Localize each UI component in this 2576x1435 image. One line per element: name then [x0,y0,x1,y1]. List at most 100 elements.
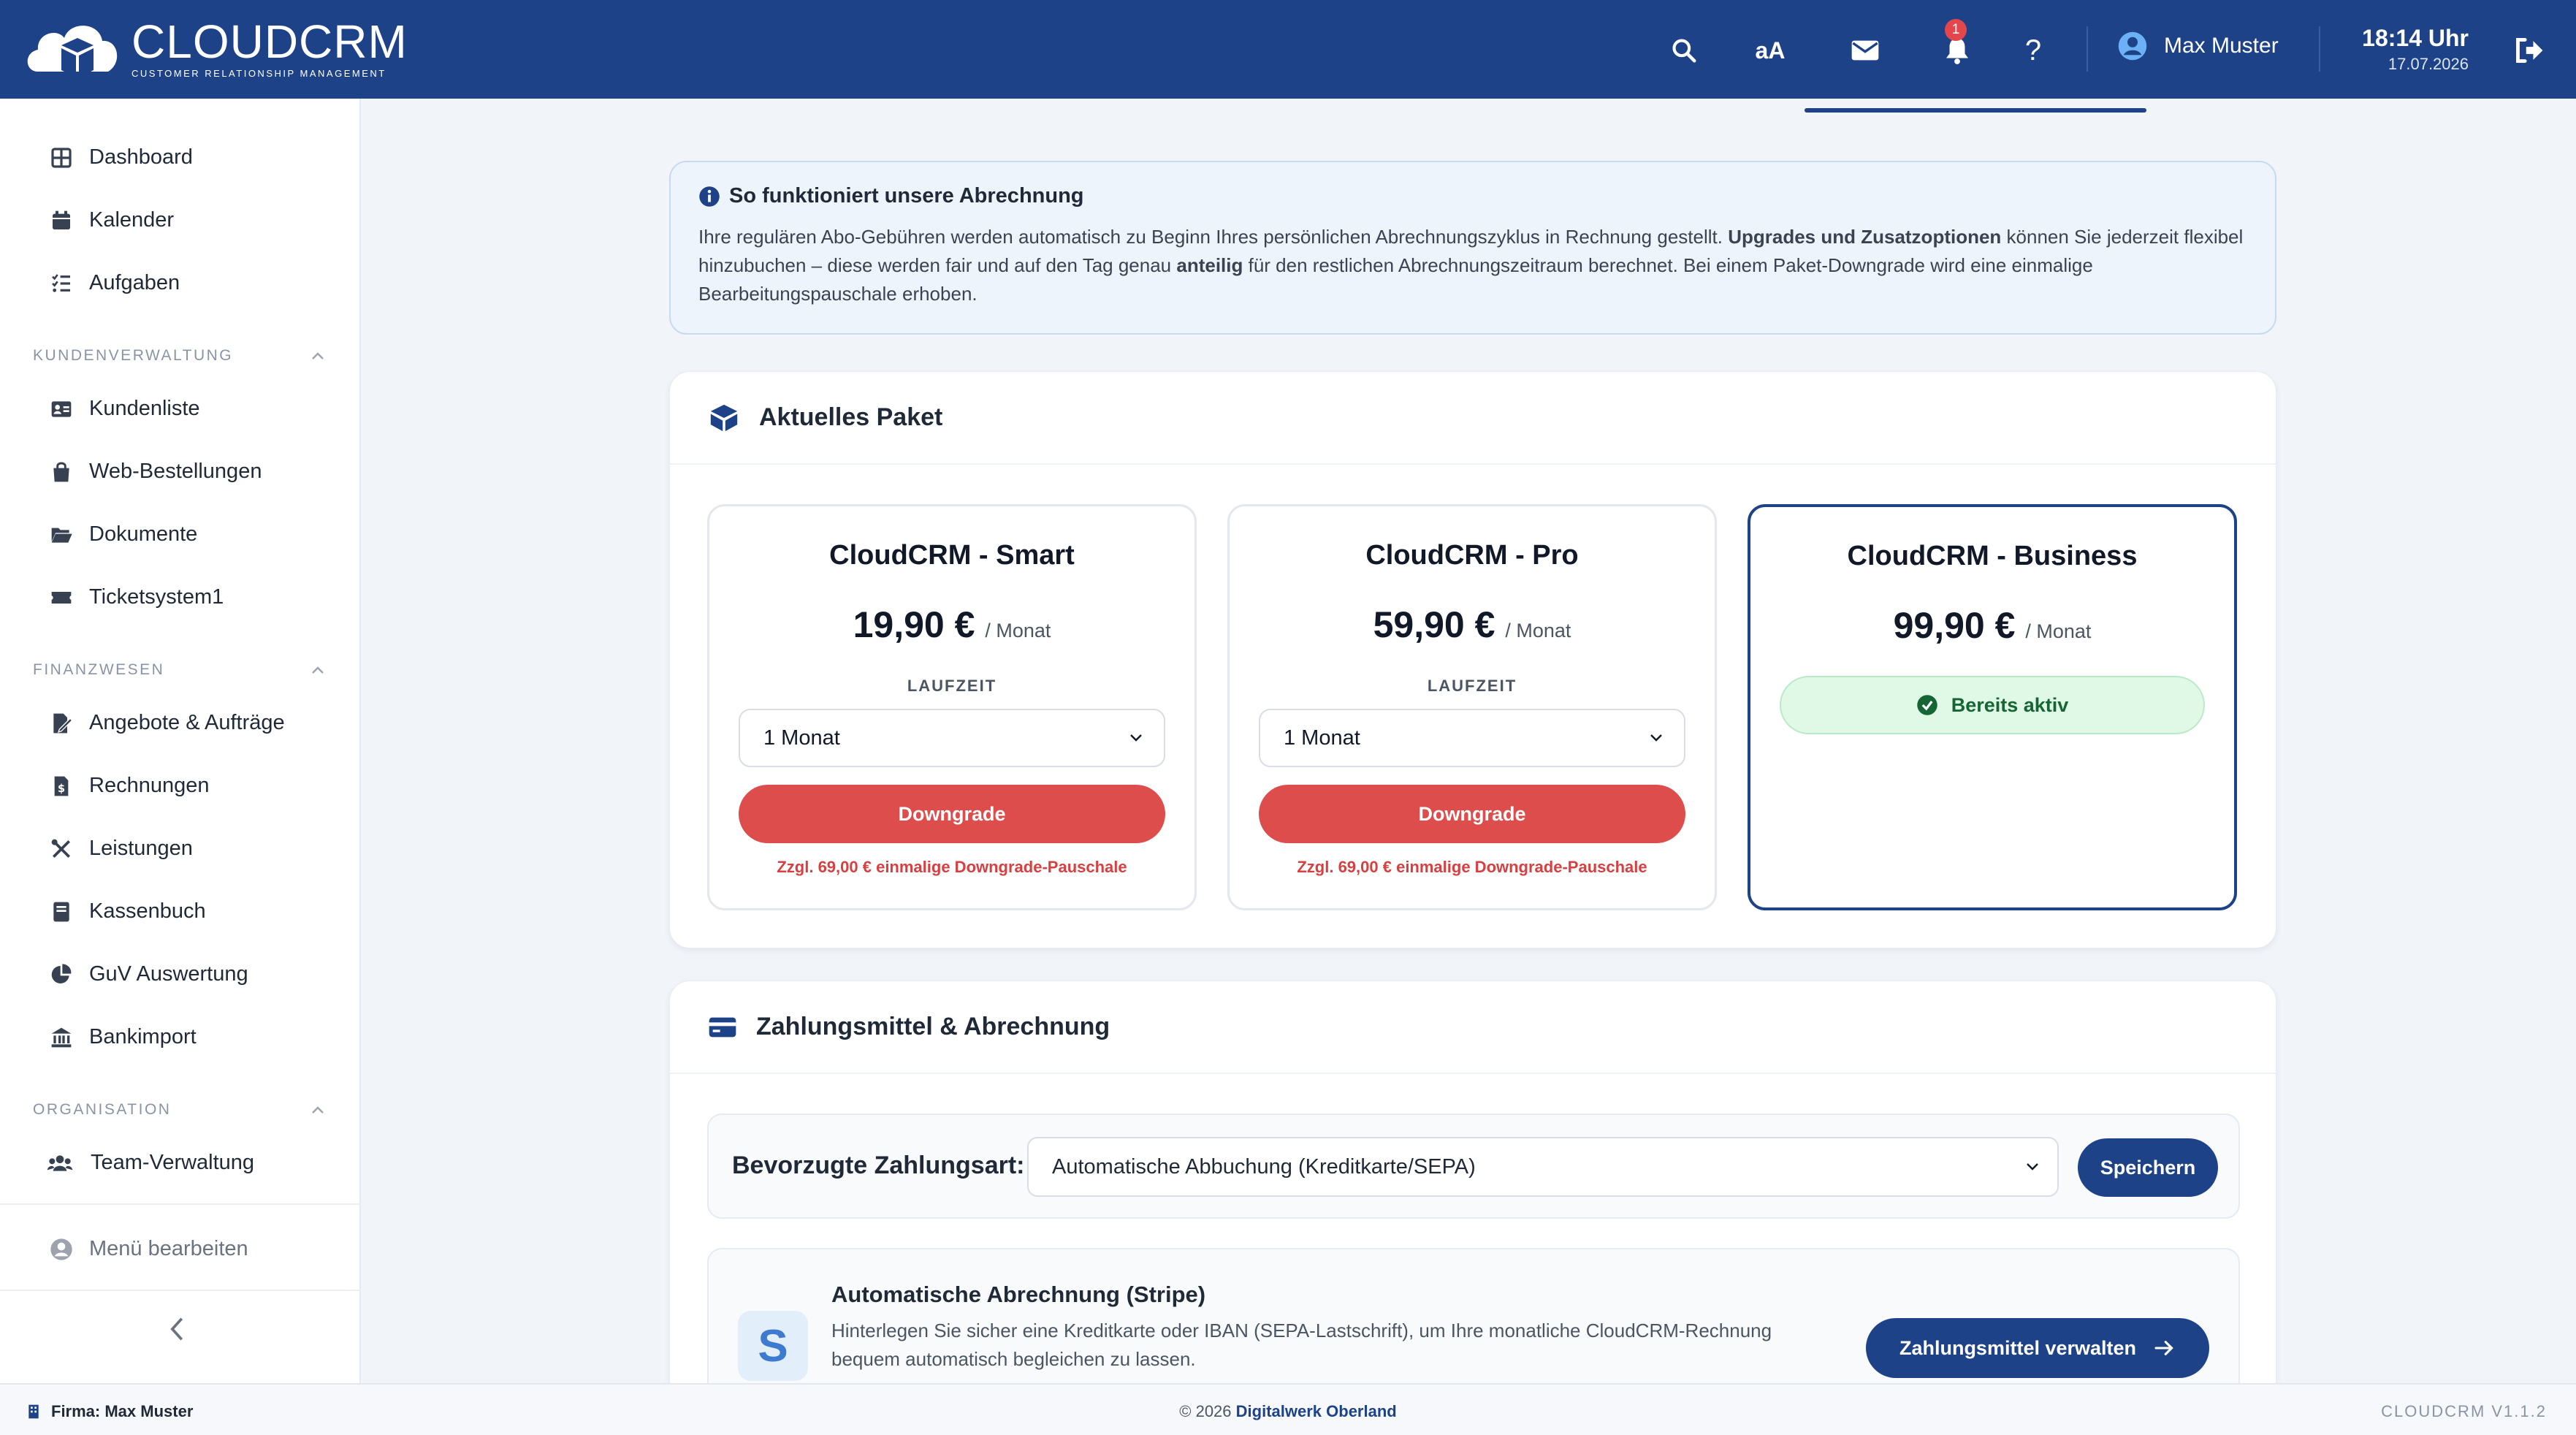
sidebar-item-bankimport[interactable]: Bankimport [50,1025,197,1049]
chevron-up-icon [312,1106,324,1114]
logout-icon [2516,38,2543,63]
copyright: © 2026 Digitalwerk Oberland [0,1402,2576,1421]
divider [2087,26,2088,72]
collapse-sidebar-button[interactable] [167,1314,188,1347]
cloud-box-logo-icon [27,26,118,77]
book-icon [53,902,69,921]
chevron-up-icon [312,352,324,359]
term-label: LAUFZEIT [907,677,997,695]
info-title: So funktioniert unsere Abrechnung [698,184,2247,208]
arrow-right-icon [2154,1341,2173,1355]
search-button[interactable] [1664,31,1704,70]
logo-name: CLOUDCRM [132,15,408,68]
messages-button[interactable] [1845,31,1885,70]
section-title: KUNDENVERWALTUNG [33,347,234,364]
sidebar-item-guv[interactable]: GuV Auswertung [50,962,248,986]
sidebar: Dashboard Kalender Aufgaben KUNDENVERWAL… [0,99,361,1383]
plan-price: 99,90 € / Monat [1750,604,2234,647]
sidebar-item-dokumente[interactable]: Dokumente [50,522,197,547]
sidebar-item-label: Web-Bestellungen [89,460,262,483]
active-status-badge: Bereits aktiv [1780,676,2205,734]
section-header-finanzwesen[interactable]: FINANZWESEN [33,661,325,679]
stripe-logo-icon: S [738,1311,808,1381]
notification-badge: 1 [1945,19,1967,41]
term-label: LAUFZEIT [1427,677,1517,695]
folder-open-icon [51,528,72,543]
sidebar-item-dashboard[interactable]: Dashboard [50,145,193,170]
sidebar-item-ticketsystem[interactable]: Ticketsystem1 [50,585,224,609]
credit-card-icon [709,1017,736,1037]
user-avatar-icon [2118,31,2147,61]
save-button[interactable]: Speichern [2078,1138,2218,1197]
term-select-value: 1 Monat [1284,726,1360,750]
box-icon [710,404,738,431]
manage-payment-label: Zahlungsmittel verwalten [1899,1336,2137,1359]
sidebar-item-leistungen[interactable]: Leistungen [50,837,193,861]
sidebar-item-aufgaben[interactable]: Aufgaben [50,271,180,295]
divider [2319,26,2320,72]
copyright-brand-link[interactable]: Digitalwerk Oberland [1236,1402,1397,1420]
sidebar-item-kundenliste[interactable]: Kundenliste [50,397,200,421]
plan-price: 59,90 € / Monat [1230,604,1715,646]
plan-card-smart: CloudCRM - Smart 19,90 € / Monat LAUFZEI… [707,504,1197,910]
logout-button[interactable] [2509,31,2548,70]
section-header-organisation[interactable]: ORGANISATION [33,1101,325,1119]
sidebar-item-label: Bankimport [89,1025,197,1048]
sidebar-item-kassenbuch[interactable]: Kassenbuch [50,899,206,924]
term-select[interactable]: 1 Monat [1259,709,1685,767]
sidebar-item-rechnungen[interactable]: $ Rechnungen [50,774,209,798]
card-title: Aktuelles Paket [759,403,943,431]
help-button[interactable]: ? [2013,31,2053,70]
plan-price: 19,90 € / Monat [709,604,1194,646]
sidebar-item-kalender[interactable]: Kalender [50,208,174,232]
stripe-title: Automatische Abrechnung (Stripe) [831,1282,1206,1307]
invoice-icon: $ [54,776,69,796]
envelope-icon [1851,40,1879,61]
top-bar: CLOUDCRM CUSTOMER RELATIONSHIP MANAGEMEN… [0,0,2576,99]
tasks-icon [52,273,70,292]
sidebar-item-team[interactable]: Team-Verwaltung [45,1151,254,1175]
section-title: ORGANISATION [33,1101,172,1118]
info-text-part: Ihre regulären Abo-Gebühren werden autom… [698,226,1729,248]
plan-card-business: CloudCRM - Business 99,90 € / Monat Bere… [1748,504,2237,910]
section-title: FINANZWESEN [33,661,165,678]
payment-method-label: Bevorzugte Zahlungsart: [732,1152,1025,1179]
edit-menu-button[interactable]: Menü bearbeiten [50,1237,248,1261]
clock-time: 18:14 Uhr [2362,25,2469,51]
tab-active-indicator [1805,108,2146,113]
info-text-bold: anteilig [1176,254,1243,276]
dashboard-icon [51,147,72,168]
downgrade-button[interactable]: Downgrade [739,785,1165,843]
downgrade-button[interactable]: Downgrade [1259,785,1685,843]
sidebar-item-label: Dashboard [89,145,193,169]
sidebar-item-web-bestellungen[interactable]: Web-Bestellungen [50,460,262,484]
font-size-button[interactable]: aA [1750,31,1790,70]
sidebar-item-label: Kalender [89,208,175,232]
chevron-down-icon [2027,1163,2038,1171]
payment-method-row: Bevorzugte Zahlungsart: Automatische Abb… [707,1114,2240,1219]
clock-date: 17.07.2026 [2388,55,2469,73]
sidebar-item-angebote[interactable]: Angebote & Aufträge [50,711,285,735]
version-label: CLOUDCRM V1.1.2 [2381,1402,2547,1420]
clock: 18:14 Uhr 17.07.2026 [2349,25,2469,74]
manage-payment-button[interactable]: Zahlungsmittel verwalten [1866,1318,2209,1378]
copyright-prefix: © 2026 [1179,1402,1236,1420]
calendar-icon [53,210,70,229]
billing-info-box: So funktioniert unsere Abrechnung Ihre r… [669,161,2276,335]
payment-method-select[interactable]: Automatische Abbuchung (Kreditkarte/SEPA… [1027,1137,2059,1197]
user-menu[interactable]: Max Muster [2117,31,2279,61]
address-card-icon [51,400,72,417]
sidebar-item-label: Angebote & Aufträge [89,711,285,734]
section-header-kundenverwaltung[interactable]: KUNDENVERWALTUNG [33,347,325,365]
plan-price-value: 59,90 € [1373,604,1495,645]
plan-name: CloudCRM - Pro [1365,540,1579,571]
term-select[interactable]: 1 Monat [739,709,1165,767]
bank-icon [51,1027,72,1047]
card-header: Zahlungsmittel & Abrechnung [670,981,2276,1074]
chevron-down-icon [1650,734,1662,742]
info-text: Ihre regulären Abo-Gebühren werden autom… [698,223,2247,308]
sidebar-item-label: Leistungen [89,837,193,860]
plan-name: CloudCRM - Smart [829,540,1075,571]
logo[interactable]: CLOUDCRM CUSTOMER RELATIONSHIP MANAGEMEN… [22,12,408,85]
sidebar-item-label: Ticketsystem1 [89,585,224,609]
